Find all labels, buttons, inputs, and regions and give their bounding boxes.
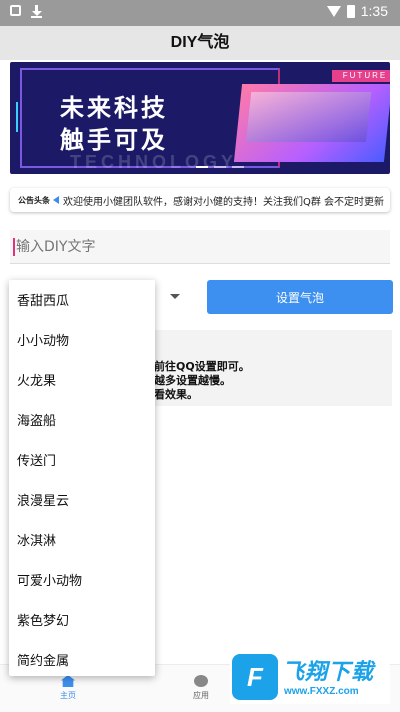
nav-item-apps[interactable]: 应用: [171, 675, 231, 701]
dropdown-option[interactable]: 传送门: [17, 450, 56, 469]
chevron-down-icon[interactable]: [170, 294, 180, 299]
text-caret: [13, 238, 15, 256]
banner-dot[interactable]: [214, 166, 226, 168]
nav-label: 应用: [193, 691, 209, 700]
page-title: DIY气泡: [170, 34, 230, 51]
home-icon: [61, 675, 75, 687]
status-time: 1:35: [360, 3, 388, 19]
speaker-icon: [53, 196, 59, 204]
banner-dot[interactable]: [232, 166, 244, 168]
notice-bar[interactable]: 公告头条 欢迎使用小健团队软件，感谢对小健的支持！关注我们Q群 会不定时更新: [10, 188, 390, 212]
banner-pagination: [196, 166, 244, 168]
info-line: 看效果。: [154, 388, 198, 401]
set-bubble-button[interactable]: 设置气泡: [207, 280, 393, 314]
wifi-icon: [326, 5, 341, 17]
download-icon: [31, 5, 42, 18]
promo-banner[interactable]: 未来科技 触手可及 TECHNOLOGY FUTURE: [10, 62, 390, 174]
dropdown-option[interactable]: 小小动物: [17, 330, 69, 349]
banner-tag: FUTURE: [332, 70, 390, 82]
banner-dot[interactable]: [196, 166, 208, 168]
dropdown-option[interactable]: 简约金属: [17, 650, 69, 669]
app-header: DIY气泡: [0, 26, 400, 60]
nav-item-home[interactable]: 主页: [38, 675, 98, 701]
banner-watermark-word: TECHNOLOGY: [70, 152, 238, 172]
notification-icon: [10, 5, 21, 16]
notice-text: 欢迎使用小健团队软件，感谢对小健的支持！关注我们Q群 会不定时更新: [63, 196, 385, 208]
banner-decoration: [10, 102, 18, 132]
dropdown-option[interactable]: 火龙果: [17, 370, 56, 389]
dropdown-option[interactable]: 冰淇淋: [17, 530, 56, 549]
banner-slogan-line1: 未来科技: [60, 94, 168, 122]
watermark-logo: F: [232, 654, 278, 700]
bubble-style-dropdown[interactable]: 香甜西瓜 小小动物 火龙果 海盗船 传送门 浪漫星云 冰淇淋 可爱小动物 紫色梦…: [9, 280, 155, 676]
notice-label: 公告头条: [18, 195, 50, 205]
watermark-url: www.FXXZ.com: [284, 686, 359, 697]
battery-icon: [346, 4, 355, 18]
dropdown-option[interactable]: 可爱小动物: [17, 570, 82, 589]
status-bar: 1:35: [0, 0, 400, 26]
dropdown-option[interactable]: 紫色梦幻: [17, 610, 69, 629]
dropdown-option[interactable]: 浪漫星云: [17, 490, 69, 509]
banner-slogan-line2: 触手可及: [60, 126, 168, 154]
dropdown-option[interactable]: 海盗船: [17, 410, 56, 429]
dropdown-option[interactable]: 香甜西瓜: [17, 290, 69, 309]
watermark-title: 飞翔下载: [282, 660, 375, 685]
diy-text-input[interactable]: [10, 230, 390, 264]
apps-icon: [194, 675, 208, 687]
laptop-illustration: [233, 84, 390, 162]
nav-label: 主页: [60, 691, 76, 700]
site-watermark: F 飞翔下载 www.FXXZ.com: [230, 652, 390, 704]
